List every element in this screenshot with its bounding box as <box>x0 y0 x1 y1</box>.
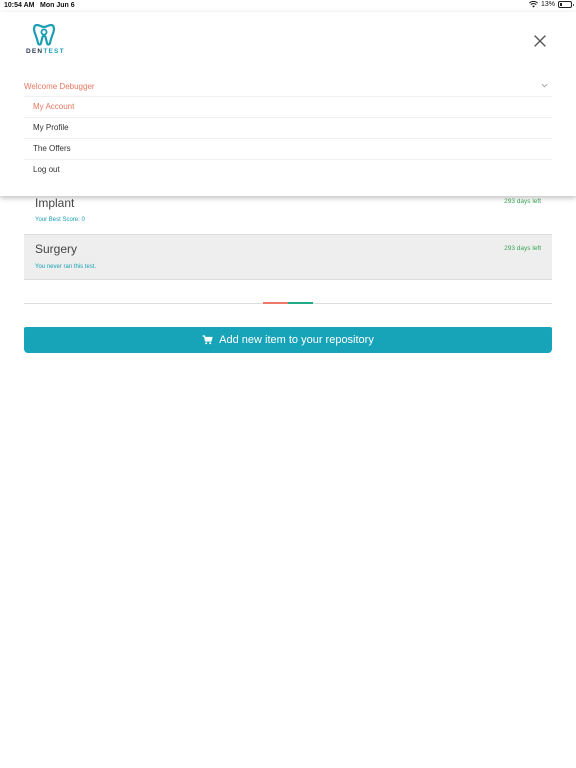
menu-item-label: The Offers <box>33 144 71 153</box>
divider-accent <box>263 302 288 304</box>
welcome-label: Welcome Debugger <box>24 82 95 91</box>
menu-item-label: My Profile <box>33 123 69 132</box>
battery-icon <box>558 1 574 8</box>
wifi-icon <box>529 1 538 8</box>
menu-list: Welcome Debugger My Account My Profile T… <box>24 77 552 181</box>
logo-text: DENTEST <box>26 48 65 55</box>
cart-icon <box>202 335 213 345</box>
status-time: 10:54 AM <box>4 2 35 9</box>
menu-item-my-profile[interactable]: My Profile <box>24 118 552 139</box>
status-date: Mon Jun 6 <box>40 2 75 9</box>
test-title: Surgery <box>35 242 78 256</box>
test-title: Implant <box>35 196 75 210</box>
divider-accent <box>288 302 313 304</box>
menu-item-the-offers[interactable]: The Offers <box>24 139 552 160</box>
add-item-button[interactable]: Add new item to your repository <box>24 327 552 353</box>
menu-item-my-account[interactable]: My Account <box>24 97 552 118</box>
menu-item-log-out[interactable]: Log out <box>24 160 552 181</box>
days-left: 293 days left <box>504 198 541 205</box>
chevron-down-icon <box>541 83 548 88</box>
test-subtitle: Your Best Score: 0 <box>35 217 85 223</box>
menu-item-label: Log out <box>33 165 60 174</box>
days-left: 293 days left <box>504 245 541 252</box>
test-subtitle: You never ran this test. <box>35 264 97 270</box>
status-right: 13% <box>529 1 574 8</box>
menu-item-label: My Account <box>33 102 75 111</box>
app-logo[interactable]: DENTEST <box>24 22 64 58</box>
add-item-label: Add new item to your repository <box>219 334 374 346</box>
close-icon[interactable] <box>533 34 547 48</box>
menu-header-welcome[interactable]: Welcome Debugger <box>24 77 552 97</box>
navigation-menu: DENTEST Welcome Debugger My Account My P… <box>0 12 576 196</box>
status-bar: 10:54 AM Mon Jun 6 13% <box>0 0 576 12</box>
tooth-logo-icon <box>32 23 56 46</box>
test-card-surgery[interactable]: Surgery 293 days left You never ran this… <box>24 234 552 280</box>
battery-percentage: 13% <box>540 1 555 8</box>
